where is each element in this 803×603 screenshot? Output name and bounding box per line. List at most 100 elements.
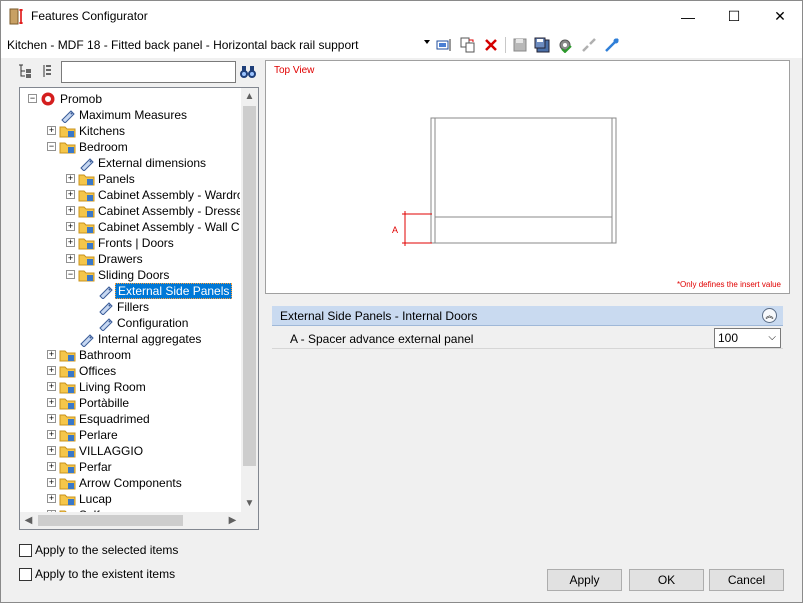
tree-item[interactable]: Living Room — [59, 379, 148, 395]
disconnect-icon[interactable] — [580, 36, 598, 54]
tree-item[interactable]: External dimensions — [78, 155, 208, 171]
tree-item[interactable]: Lucap — [59, 491, 114, 507]
tree-expander[interactable]: + — [66, 238, 75, 247]
folder-icon — [78, 238, 95, 250]
save-as-icon[interactable] — [533, 36, 551, 54]
scroll-left-icon[interactable]: ◀ — [20, 512, 37, 529]
collapse-icon[interactable]: ︽ — [762, 308, 777, 323]
tree-expander[interactable]: + — [66, 254, 75, 263]
tree-item[interactable]: Configuration — [97, 315, 190, 331]
save-icon[interactable] — [511, 36, 529, 54]
tree-item[interactable]: Cabinet Assembly - Dressers I — [78, 203, 240, 219]
apply-existent-option[interactable]: Apply to the existent items — [19, 566, 175, 582]
tree-item[interactable]: Bedroom — [59, 139, 130, 155]
tree-expander[interactable]: + — [47, 414, 56, 423]
tree-expander[interactable]: + — [66, 190, 75, 199]
tree-item[interactable]: Bathroom — [59, 347, 133, 363]
tree-item[interactable]: Promob — [40, 91, 104, 107]
tree-expander[interactable]: + — [47, 462, 56, 471]
scroll-up-icon[interactable]: ▲ — [241, 88, 258, 105]
tree-item[interactable]: Fronts | Doors — [78, 235, 176, 251]
apply-selected-option[interactable]: Apply to the selected items — [19, 542, 178, 558]
tree-expander[interactable]: − — [47, 142, 56, 151]
tree-item-label: Internal aggregates — [98, 332, 202, 346]
tree-item[interactable]: Sliding Doors — [78, 267, 171, 283]
tree-vertical-scrollbar[interactable]: ▲ ▼ — [241, 88, 258, 512]
tree-item[interactable]: Drawers — [78, 251, 145, 267]
scroll-down-icon[interactable]: ▼ — [241, 495, 258, 512]
binoculars-icon[interactable] — [239, 63, 257, 81]
scroll-right-icon[interactable]: ▶ — [224, 512, 241, 529]
property-value-select[interactable]: 100 ⌵ — [714, 328, 781, 348]
tree-item-label: VILLAGGIO — [79, 444, 144, 458]
tree-item[interactable]: Panels — [78, 171, 137, 187]
tree-expander[interactable]: + — [47, 398, 56, 407]
folder-icon — [78, 174, 95, 186]
tree-expander[interactable]: + — [47, 382, 56, 391]
folder-icon — [59, 350, 76, 362]
tree-item[interactable]: External Side Panels — [97, 283, 233, 299]
tree-item[interactable]: Portàbille — [59, 395, 131, 411]
tree-item-label: Sliding Doors — [98, 268, 170, 282]
tree-item[interactable]: Internal aggregates — [78, 331, 203, 347]
tree-expander[interactable]: + — [47, 126, 56, 135]
toolbar: Kitchen - MDF 18 - Fitted back panel - H… — [1, 32, 802, 58]
tree-expander[interactable]: + — [47, 350, 56, 359]
feature-tree[interactable]: − Promob Maximum Measures + Kitchens − Bedroom… — [19, 87, 259, 530]
tree-item[interactable]: Fillers — [97, 299, 151, 315]
tree-search-input[interactable] — [61, 61, 236, 83]
minimize-button[interactable]: — — [665, 1, 711, 32]
connect-icon[interactable] — [603, 36, 621, 54]
expand-tree-icon[interactable] — [39, 63, 55, 79]
close-button[interactable]: ✕ — [757, 1, 803, 32]
tree-item[interactable]: VILLAGGIO — [59, 443, 145, 459]
features-configurator-window: Features Configurator — ☐ ✕ Kitchen - MD… — [0, 0, 803, 603]
tree-item[interactable]: Cabinet Assembly - Wardrobe — [78, 187, 240, 203]
tree-item[interactable]: Kitchens — [59, 123, 127, 139]
copy-config-icon[interactable] — [459, 36, 477, 54]
tree-expander[interactable]: + — [66, 174, 75, 183]
apply-existent-checkbox[interactable] — [19, 567, 32, 581]
tree-expander[interactable]: + — [47, 478, 56, 487]
tree-item[interactable]: Arrow Components — [59, 475, 184, 491]
maximize-button[interactable]: ☐ — [711, 1, 757, 32]
ok-button[interactable]: OK — [629, 569, 704, 591]
edit-config-icon[interactable] — [435, 36, 453, 54]
tree-item[interactable]: Maximum Measures — [59, 107, 189, 123]
toolbar-separator — [505, 37, 506, 53]
title-bar: Features Configurator — ☐ ✕ — [1, 1, 802, 32]
tree-item[interactable]: Offices — [59, 363, 118, 379]
tree-item-label: Configuration — [117, 316, 189, 330]
tree-expander[interactable]: − — [66, 270, 75, 279]
settings-icon[interactable] — [556, 36, 574, 54]
tree-item-label: Panels — [98, 172, 135, 186]
apply-button[interactable]: Apply — [547, 569, 622, 591]
configuration-select[interactable]: Kitchen - MDF 18 - Fitted back panel - H… — [5, 36, 430, 54]
cancel-button[interactable]: Cancel — [709, 569, 784, 591]
properties-section-header[interactable]: External Side Panels - Internal Doors ︽ — [272, 306, 783, 326]
folder-icon — [78, 222, 95, 234]
tree-item[interactable]: Perlare — [59, 427, 120, 443]
tree-expander[interactable]: + — [66, 222, 75, 231]
tree-horizontal-scrollbar[interactable]: ◀ ▶ — [20, 512, 258, 529]
tree-expander[interactable]: + — [47, 366, 56, 375]
tree-expander[interactable]: − — [28, 94, 37, 103]
tree-item-label: Portàbille — [79, 396, 130, 410]
vertical-scroll-thumb[interactable] — [243, 106, 256, 466]
tree-item[interactable]: Perfar — [59, 459, 114, 475]
apply-selected-checkbox[interactable] — [19, 543, 32, 557]
delete-config-icon[interactable] — [482, 36, 500, 54]
promob-logo-icon — [41, 92, 55, 106]
horizontal-scroll-thumb[interactable] — [38, 515, 183, 526]
tree-item[interactable]: Cabinet Assembly - Wall Cabi — [78, 219, 240, 235]
tree-expander[interactable]: + — [47, 430, 56, 439]
tree-expander[interactable]: + — [47, 494, 56, 503]
folder-icon — [59, 494, 76, 506]
folder-icon — [59, 414, 76, 426]
collapse-tree-icon[interactable] — [17, 63, 33, 79]
folder-icon — [59, 430, 76, 442]
tree-item[interactable]: Esquadrimed — [59, 411, 152, 427]
tree-expander[interactable]: + — [47, 446, 56, 455]
folder-icon — [78, 190, 95, 202]
tree-expander[interactable]: + — [66, 206, 75, 215]
